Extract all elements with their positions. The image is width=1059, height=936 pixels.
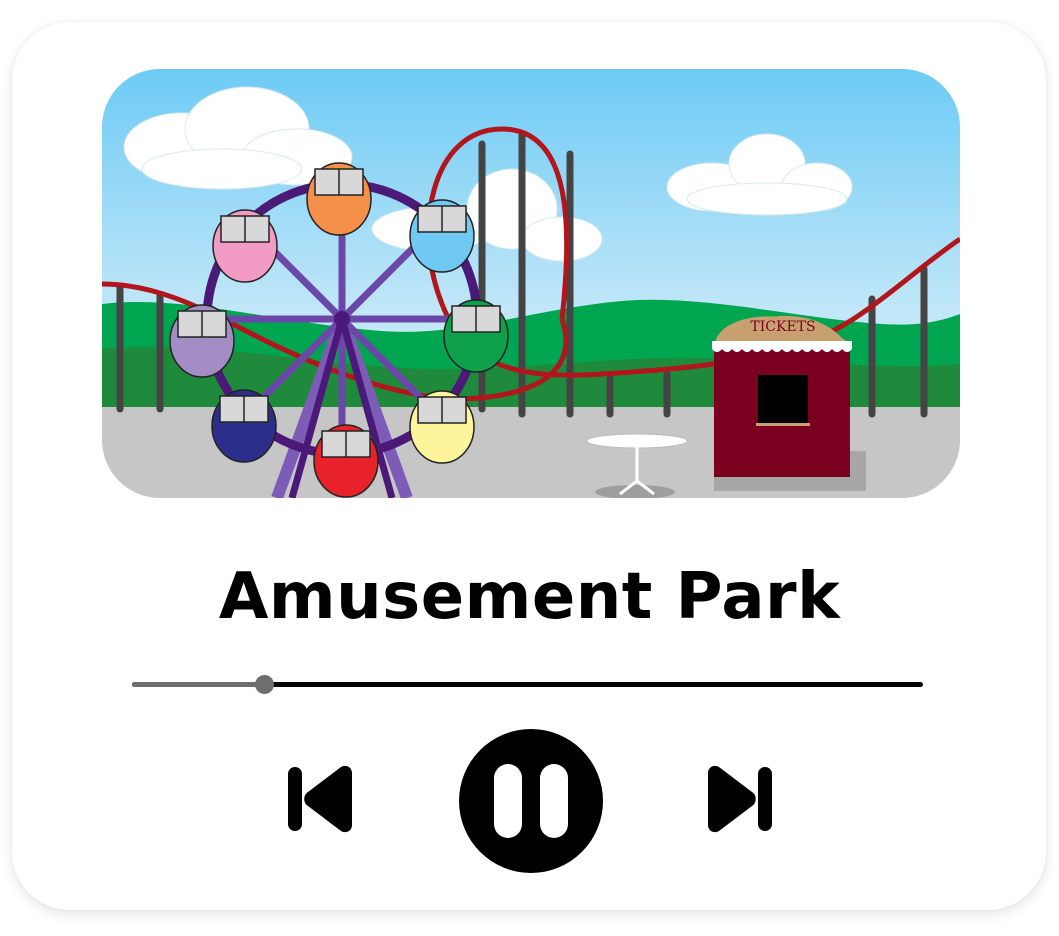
pause-icon: [459, 729, 603, 873]
previous-button[interactable]: [284, 763, 360, 835]
progress-handle[interactable]: [255, 675, 275, 694]
progress-bar[interactable]: [132, 670, 923, 698]
booth-sign: TICKETS: [750, 319, 815, 335]
skip-previous-icon: [288, 765, 352, 833]
progress-played: [132, 682, 265, 687]
album-artwork: TICKETS: [102, 69, 960, 498]
skip-next-icon: [708, 765, 772, 833]
track-title: Amusement Park: [218, 560, 841, 634]
pause-button[interactable]: [458, 728, 604, 874]
ticket-booth: TICKETS: [712, 315, 866, 491]
next-button[interactable]: [700, 763, 776, 835]
amusement-park-illustration: TICKETS: [102, 69, 960, 498]
